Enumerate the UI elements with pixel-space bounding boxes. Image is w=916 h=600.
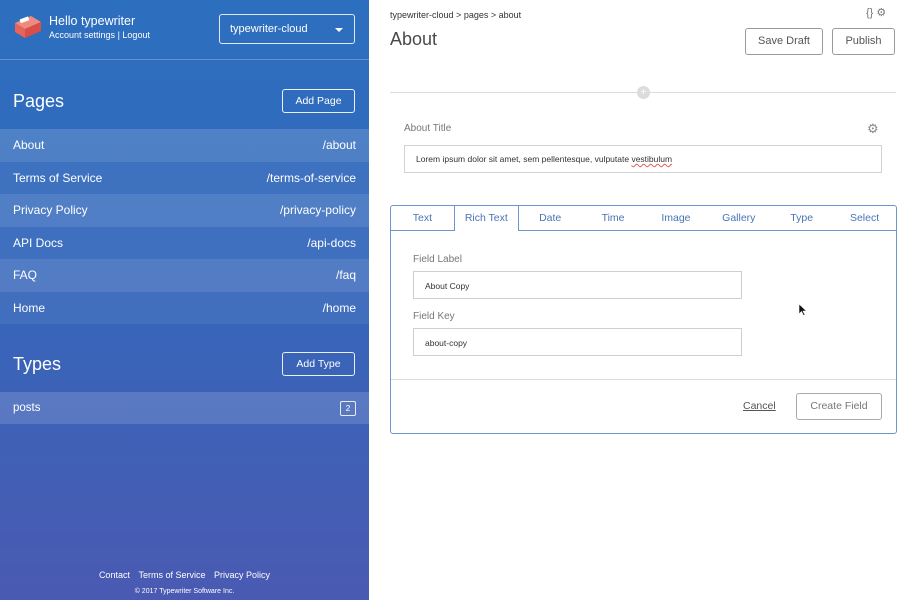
type-item-name: posts: [13, 402, 41, 414]
pages-heading: Pages: [13, 91, 65, 111]
misspelled-word: vestibulum: [631, 154, 673, 164]
site-selector[interactable]: typewriter-cloud: [219, 14, 355, 44]
tab-time[interactable]: Time: [582, 206, 645, 230]
gear-icon[interactable]: ⚙: [867, 121, 879, 137]
types-heading: Types: [13, 354, 62, 374]
breadcrumb-separator: >: [456, 10, 462, 20]
page-item-terms-of-service[interactable]: Terms of Service /terms-of-service: [0, 161, 369, 194]
card-divider: [391, 379, 896, 380]
breadcrumb-section[interactable]: pages: [464, 10, 489, 20]
sidebar: Hello typewriter Account settings | Logo…: [0, 0, 369, 600]
tab-type[interactable]: Type: [770, 206, 833, 230]
footer-link-privacy[interactable]: Privacy Policy: [214, 570, 270, 580]
page-item-name: Home: [13, 300, 46, 315]
page-list: About /about Terms of Service /terms-of-…: [0, 129, 369, 324]
field-key-input[interactable]: about-copy: [413, 328, 742, 356]
create-field-button[interactable]: Create Field: [796, 393, 882, 420]
breadcrumb: typewriter-cloud > pages > about: [390, 10, 521, 20]
title-input-text: Lorem ipsum dolor sit amet, sem pellente…: [416, 154, 632, 164]
tab-select[interactable]: Select: [833, 206, 896, 230]
page-item-about[interactable]: About /about: [0, 129, 369, 162]
typewriter-logo-icon: [15, 16, 41, 38]
add-type-button[interactable]: Add Type: [282, 352, 355, 376]
footer-link-contact[interactable]: Contact: [99, 570, 130, 580]
field-label-label: Field Label: [413, 254, 462, 265]
account-settings-link[interactable]: Account settings: [49, 30, 115, 40]
field-key-label: Field Key: [413, 311, 455, 322]
page-item-path: /terms-of-service: [266, 170, 356, 185]
page-item-path: /api-docs: [307, 235, 356, 250]
chevron-down-icon: [335, 28, 343, 32]
breadcrumb-page: about: [498, 10, 522, 20]
page-item-path: /home: [322, 300, 356, 315]
field-type-tabs: Text Rich Text Date Time Image Gallery T…: [391, 206, 896, 231]
page-item-privacy-policy[interactable]: Privacy Policy /privacy-policy: [0, 194, 369, 227]
field-editor-card: Text Rich Text Date Time Image Gallery T…: [390, 205, 897, 434]
page-item-name: FAQ: [13, 268, 38, 283]
type-count-badge: 2: [340, 400, 356, 416]
site-selector-value: typewriter-cloud: [230, 23, 308, 35]
page-item-path: /faq: [335, 268, 356, 283]
gear-icon[interactable]: ⚙: [876, 7, 886, 19]
tab-image[interactable]: Image: [645, 206, 708, 230]
tab-text[interactable]: Text: [391, 206, 454, 230]
add-field-plus-icon[interactable]: +: [637, 86, 650, 99]
breadcrumb-site[interactable]: typewriter-cloud: [390, 10, 454, 20]
code-braces-icon[interactable]: {}: [866, 7, 873, 19]
page-item-api-docs[interactable]: API Docs /api-docs: [0, 226, 369, 259]
account-links: Account settings | Logout: [49, 30, 150, 40]
page-title: About: [390, 29, 438, 49]
sidebar-header: Hello typewriter Account settings | Logo…: [0, 0, 369, 60]
save-draft-button[interactable]: Save Draft: [745, 28, 823, 55]
add-page-button[interactable]: Add Page: [282, 89, 355, 113]
page-item-path: /about: [322, 138, 356, 153]
page-item-name: API Docs: [13, 235, 64, 250]
footer-links: Contact Terms of Service Privacy Policy: [0, 570, 369, 580]
copyright-text: © 2017 Typewriter Software Inc.: [134, 588, 235, 595]
logout-link[interactable]: Logout: [122, 30, 150, 40]
field-label-input[interactable]: About Copy: [413, 271, 742, 299]
page-item-path: /privacy-policy: [279, 203, 356, 218]
page-item-home[interactable]: Home /home: [0, 291, 369, 324]
about-title-input[interactable]: Lorem ipsum dolor sit amet, sem pellente…: [404, 145, 882, 173]
tab-date[interactable]: Date: [519, 206, 582, 230]
greeting-text: Hello typewriter: [49, 14, 136, 28]
type-item-posts[interactable]: posts 2: [0, 392, 369, 424]
page-item-faq[interactable]: FAQ /faq: [0, 259, 369, 292]
page-item-name: About: [13, 138, 45, 153]
type-list: posts 2: [0, 392, 369, 424]
tab-gallery[interactable]: Gallery: [707, 206, 770, 230]
about-title-label: About Title: [404, 123, 452, 134]
top-icons: {} ⚙: [866, 6, 886, 19]
breadcrumb-separator: >: [490, 10, 497, 20]
publish-button[interactable]: Publish: [832, 28, 895, 55]
mouse-pointer-icon: [799, 304, 807, 316]
account-separator: |: [117, 30, 120, 40]
page-item-name: Privacy Policy: [13, 203, 88, 218]
cancel-link[interactable]: Cancel: [743, 400, 776, 412]
footer-link-terms[interactable]: Terms of Service: [138, 570, 205, 580]
tab-rich-text[interactable]: Rich Text: [453, 206, 519, 231]
page-item-name: Terms of Service: [13, 170, 103, 185]
